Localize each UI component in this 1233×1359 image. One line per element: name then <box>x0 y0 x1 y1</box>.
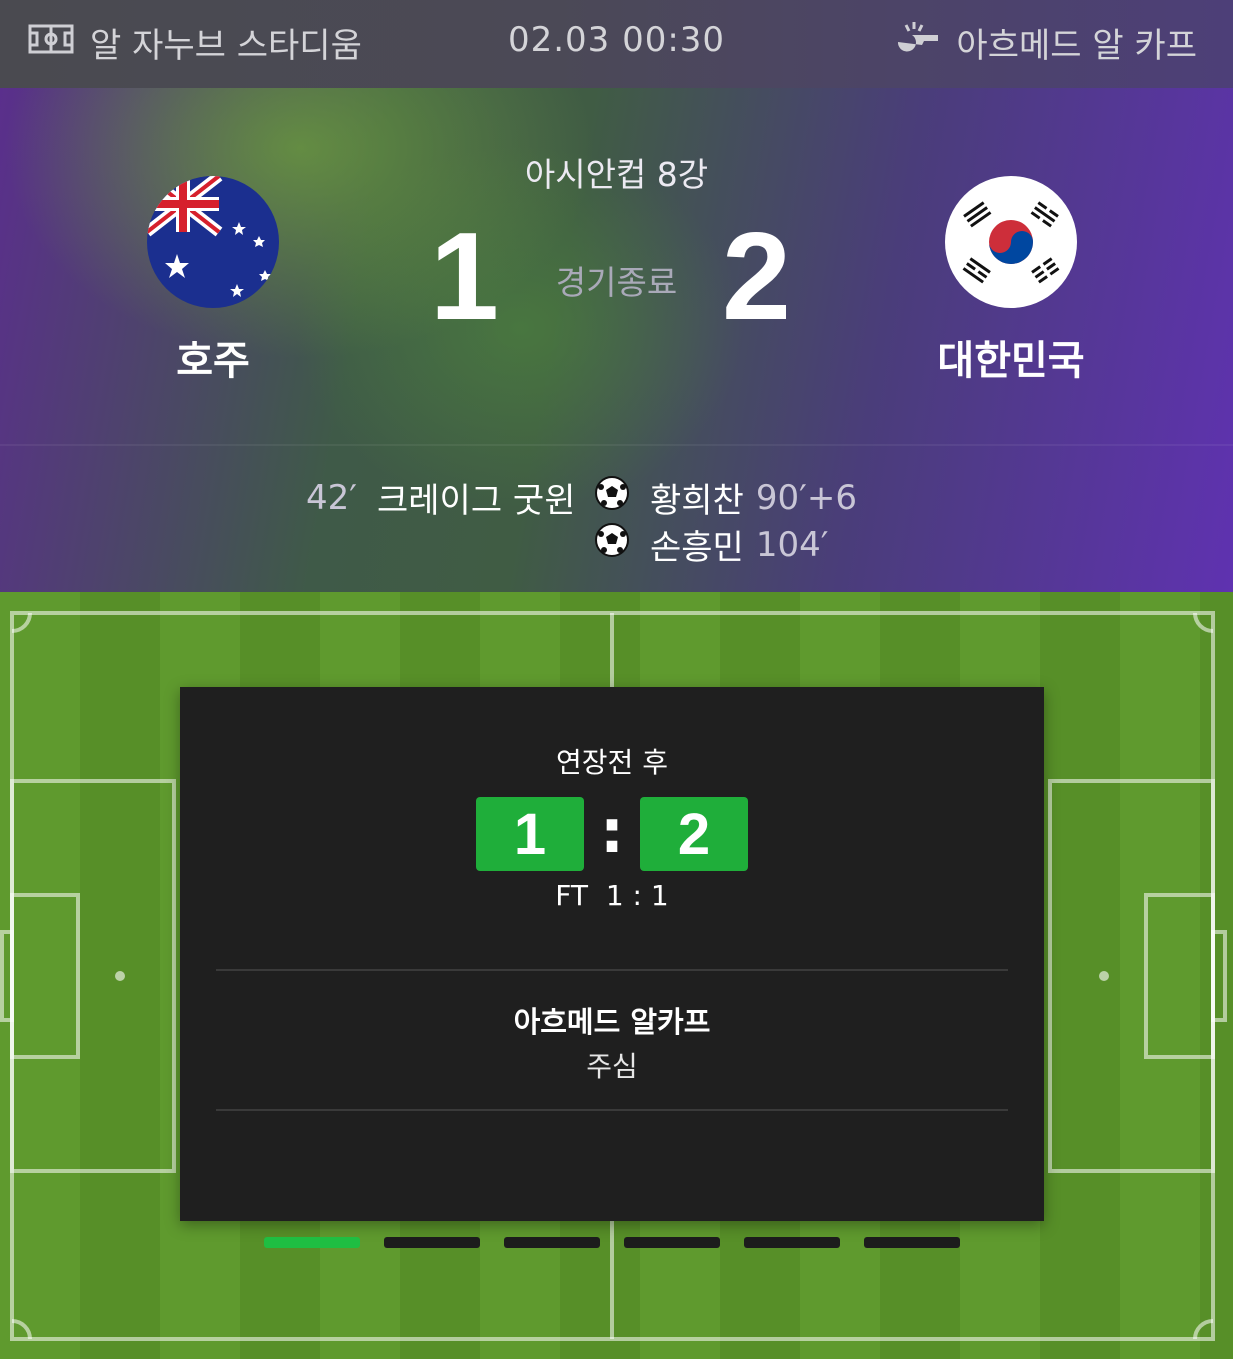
match-info-bar: 알 자누브 스타디움 02.03 00:30 아흐메드 알 카프 <box>0 0 1233 88</box>
goal-item: 손흥민 104′ <box>594 521 857 568</box>
pitch-background: 연장전 후 1 : 2 FT 1 : 1 아흐메드 알카프 주심 <box>0 592 1233 1359</box>
page-dot-1[interactable] <box>264 1237 360 1248</box>
away-score-box: 2 <box>640 797 748 871</box>
fulltime-score: FT 1 : 1 <box>555 879 669 912</box>
page-dot-6[interactable] <box>864 1237 960 1248</box>
page-indicator <box>264 1237 960 1248</box>
page-dot-3[interactable] <box>504 1237 600 1248</box>
card-divider <box>216 969 1008 971</box>
home-score-box: 1 <box>476 797 584 871</box>
whistle-icon <box>894 20 942 65</box>
goal-item: 황희찬 90′+6 <box>594 474 857 521</box>
page-dot-5[interactable] <box>744 1237 840 1248</box>
goal-minute: 104′ <box>755 524 829 565</box>
page-dot-2[interactable] <box>384 1237 480 1248</box>
soccer-ball-icon <box>594 522 630 567</box>
home-goals: 42′ 크레이그 굿윈 <box>306 474 576 522</box>
goal-item: 42′ 크레이그 굿윈 <box>306 474 576 522</box>
goal-minute: 90′+6 <box>755 477 857 518</box>
divider <box>0 444 1233 446</box>
away-score: 2 <box>722 208 791 346</box>
away-team[interactable]: 대한민국 <box>911 176 1111 386</box>
away-goals: 황희찬 90′+6 손흥민 104′ <box>594 474 857 568</box>
goal-scorer: 크레이그 굿윈 <box>376 481 576 521</box>
goal-scorer: 황희찬 <box>650 481 744 521</box>
page-dot-4[interactable] <box>624 1237 720 1248</box>
card-divider <box>216 1109 1008 1111</box>
soccer-ball-icon <box>594 475 630 520</box>
referee-name: 아흐메드 알 카프 <box>956 26 1197 66</box>
goal-scorer: 손흥민 <box>650 528 744 568</box>
away-team-name: 대한민국 <box>937 338 1085 384</box>
scoreboard: 아시안컵 8강 호주 1 경기종료 2 대한민국 42′ 크레이그 굿윈 황희찬… <box>0 88 1233 592</box>
period-label: 연장전 후 <box>556 746 668 779</box>
match-summary-card[interactable]: 연장전 후 1 : 2 FT 1 : 1 아흐메드 알카프 주심 <box>180 687 1044 1221</box>
score-separator: : <box>600 797 624 867</box>
referee-info: 아흐메드 알 카프 <box>894 18 1197 67</box>
card-referee-name: 아흐메드 알카프 <box>513 1005 711 1039</box>
home-team-name: 호주 <box>176 338 250 384</box>
card-referee-role: 주심 <box>586 1050 638 1083</box>
goal-minute: 42′ <box>306 477 357 518</box>
south-korea-flag-icon <box>945 176 1077 308</box>
